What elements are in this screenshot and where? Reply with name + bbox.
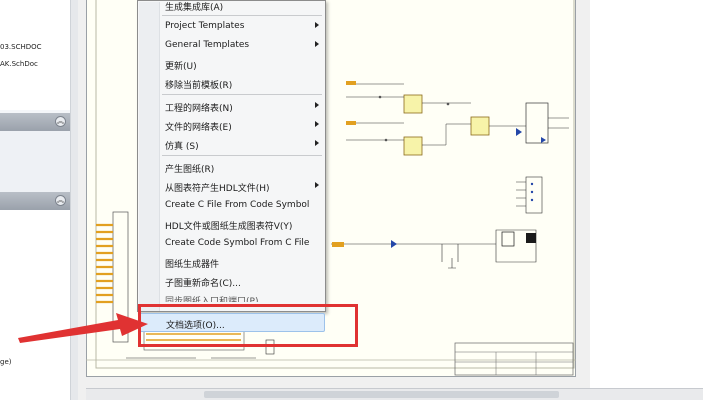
right-panel-blank bbox=[590, 0, 703, 388]
menu-item-make-integrated-library[interactable]: 生成集成库(A) bbox=[139, 0, 325, 15]
menu-item-project-templates[interactable]: Project Templates bbox=[139, 17, 325, 36]
file-list: 03.SCHDOC AK.SchDoc bbox=[0, 0, 78, 110]
menu-item-update[interactable]: 更新(U) bbox=[139, 55, 325, 74]
connector-symbol bbox=[516, 176, 543, 214]
scrollbar-thumb[interactable] bbox=[204, 391, 559, 398]
menu-item-create-sheet[interactable]: 产生图纸(R) bbox=[139, 158, 325, 177]
menu-item-sheet-to-component[interactable]: 图纸生成器件 bbox=[139, 253, 325, 272]
menu-separator bbox=[162, 155, 322, 156]
menu-item-hdl-to-symbol[interactable]: HDL文件或图纸生成图表符V(Y) bbox=[139, 215, 325, 234]
submenu-arrow-icon bbox=[315, 140, 319, 146]
menu-separator bbox=[162, 94, 322, 95]
menu-item-sync-sheet-entries[interactable]: 同步图纸入口和端口(P) bbox=[139, 290, 325, 302]
menu-item-rename-child-sheet[interactable]: 子图重新命名(C)... bbox=[139, 272, 325, 291]
submenu-arrow-icon bbox=[315, 182, 319, 188]
panel-section-header[interactable]: ︽ bbox=[0, 113, 70, 131]
horizontal-scrollbar[interactable] bbox=[86, 388, 703, 400]
file-item-schdoc-03[interactable]: 03.SCHDOC bbox=[0, 43, 42, 51]
menu-item-create-code-symbol[interactable]: Create Code Symbol From C File bbox=[139, 234, 325, 253]
panel-section-header-2[interactable]: ︽ bbox=[0, 192, 70, 210]
submenu-arrow-icon bbox=[315, 102, 319, 108]
title-block bbox=[454, 342, 574, 376]
menu-item-project-netlist[interactable]: 工程的网络表(N) bbox=[139, 97, 325, 116]
menu-item-document-netlist[interactable]: 文件的网络表(E) bbox=[139, 116, 325, 135]
menu-separator bbox=[162, 15, 322, 16]
menu-item-create-c-file[interactable]: Create C File From Code Symbol bbox=[139, 196, 325, 215]
annotation-arrow-icon bbox=[18, 313, 148, 343]
menu-item-remove-template[interactable]: 移除当前模板(R) bbox=[139, 74, 325, 93]
collapse-icon-2[interactable]: ︽ bbox=[55, 195, 66, 206]
submenu-arrow-icon bbox=[315, 41, 319, 47]
menu-item-simulate[interactable]: 仿真 (S) bbox=[139, 135, 325, 154]
submenu-arrow-icon bbox=[315, 22, 319, 28]
menu-item-general-templates[interactable]: General Templates bbox=[139, 36, 325, 55]
upper-circuit bbox=[346, 81, 569, 156]
truncated-label: ge) bbox=[0, 358, 12, 366]
collapse-icon[interactable]: ︽ bbox=[55, 116, 66, 127]
panel-section-body bbox=[0, 131, 70, 192]
annotation-highlight-box bbox=[138, 304, 358, 347]
screenshot-root: 03.SCHDOC AK.SchDoc ︽ ︽ ge) 生成集成库(A) Pro… bbox=[0, 0, 703, 400]
design-menu: 生成集成库(A) Project Templates General Templ… bbox=[137, 0, 326, 332]
middle-circuit bbox=[331, 229, 537, 269]
menu-item-create-hdl-from-symbol[interactable]: 从图表符产生HDL文件(H) bbox=[139, 177, 325, 196]
submenu-arrow-icon bbox=[315, 121, 319, 127]
file-item-schdoc-ak[interactable]: AK.SchDoc bbox=[0, 60, 38, 68]
